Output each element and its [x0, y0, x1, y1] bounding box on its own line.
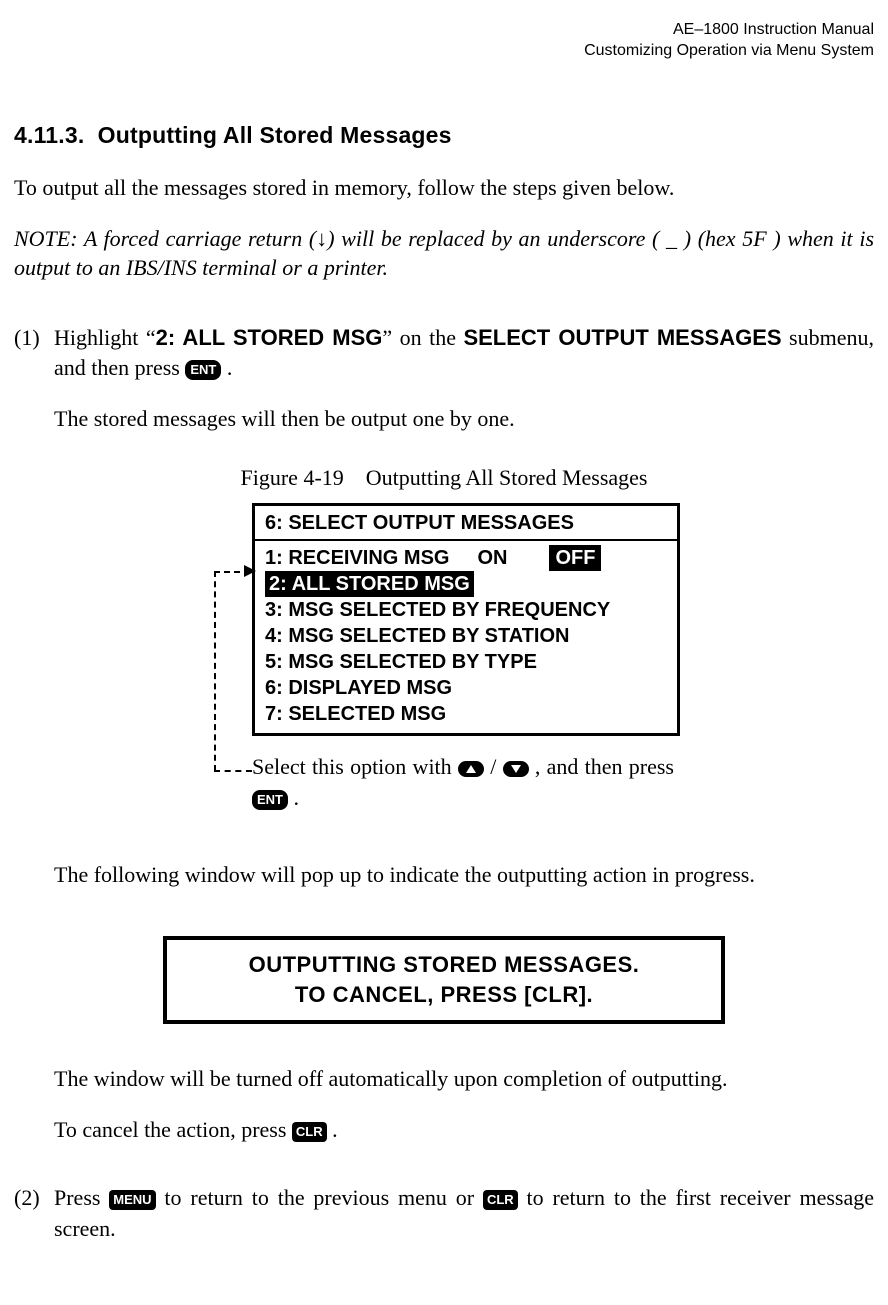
leader-line-bottom — [214, 770, 252, 772]
leader-line-vertical — [214, 571, 216, 771]
intro-paragraph: To output all the messages stored in mem… — [14, 173, 874, 204]
popup-line-2: TO CANCEL, PRESS [CLR]. — [179, 980, 709, 1010]
popup-line-1: OUTPUTTING STORED MESSAGES. — [179, 950, 709, 980]
menu-row-6: 6: DISPLAYED MSG — [265, 675, 667, 701]
figure-caption: Figure 4-19 Outputting All Stored Messag… — [14, 465, 874, 491]
step-2-number: (2) — [14, 1183, 42, 1245]
submenu-name: SELECT OUTPUT MESSAGES — [463, 325, 781, 350]
note-paragraph: NOTE: A forced carriage return (↓) will … — [14, 225, 874, 282]
menu-row-1-label: 1: RECEIVING MSG — [265, 547, 449, 569]
menu-panel-title: 6: SELECT OUTPUT MESSAGES — [255, 506, 677, 541]
step-1-body: Highlight “2: ALL STORED MSG” on the SEL… — [54, 323, 874, 445]
menu-panel-body: 1: RECEIVING MSGONOFF 2: ALL STORED MSG … — [255, 541, 677, 733]
menu-row-3: 3: MSG SELECTED BY FREQUENCY — [265, 597, 667, 623]
section-heading: 4.11.3. Outputting All Stored Messages — [14, 122, 874, 149]
para-popup-intro: The following window will pop up to indi… — [14, 860, 874, 917]
menu-row-2: 2: ALL STORED MSG — [265, 571, 667, 597]
step-1-instruction: Highlight “2: ALL STORED MSG” on the SEL… — [54, 323, 874, 385]
leader-arrowhead-icon — [244, 565, 258, 584]
menu-row-5: 5: MSG SELECTED BY TYPE — [265, 649, 667, 675]
down-arrow-key-icon — [503, 761, 529, 777]
popup-window: OUTPUTTING STORED MESSAGES. TO CANCEL, P… — [163, 936, 725, 1023]
figure-diagram: 6: SELECT OUTPUT MESSAGES 1: RECEIVING M… — [172, 503, 712, 814]
menu-row-1: 1: RECEIVING MSG ON OFF — [265, 545, 667, 571]
step-2: (2) Press MENU to return to the previous… — [14, 1183, 874, 1245]
clr-key-icon: CLR — [483, 1190, 518, 1210]
menu-row-2-highlight: 2: ALL STORED MSG — [265, 571, 474, 597]
menu-item-all-stored-msg: 2: ALL STORED MSG — [156, 325, 383, 350]
menu-row-7: 7: SELECTED MSG — [265, 701, 667, 727]
step-1: (1) Highlight “2: ALL STORED MSG” on the… — [14, 323, 874, 445]
manual-title: AE–1800 Instruction Manual — [14, 20, 874, 41]
popup-intro-text: The following window will pop up to indi… — [54, 860, 874, 891]
menu-row-4: 4: MSG SELECTED BY STATION — [265, 623, 667, 649]
auto-close-text: The window will be turned off automatica… — [54, 1064, 874, 1095]
step-2-body: Press MENU to return to the previous men… — [54, 1183, 874, 1245]
page-header: AE–1800 Instruction Manual Customizing O… — [14, 20, 874, 62]
menu-row-1-off-selected: OFF — [549, 545, 601, 571]
ent-key-icon: ENT — [252, 790, 288, 810]
menu-key-icon: MENU — [109, 1190, 155, 1210]
ent-key-icon: ENT — [185, 360, 221, 380]
section-title-text: Outputting All Stored Messages — [98, 122, 452, 148]
step-1-result: The stored messages will then be output … — [54, 404, 874, 435]
menu-row-1-on: ON — [477, 547, 507, 569]
figure-subcaption: Select this option with / , and then pre… — [252, 752, 674, 814]
cancel-text: To cancel the action, press CLR . — [54, 1115, 874, 1146]
menu-panel: 6: SELECT OUTPUT MESSAGES 1: RECEIVING M… — [252, 503, 680, 736]
up-arrow-key-icon — [458, 761, 484, 777]
step-1-number: (1) — [14, 323, 42, 445]
para-after-popup: The window will be turned off automatica… — [14, 1064, 874, 1146]
section-number: 4.11.3. — [14, 122, 84, 148]
manual-subtitle: Customizing Operation via Menu System — [14, 41, 874, 62]
clr-key-icon: CLR — [292, 1122, 327, 1142]
